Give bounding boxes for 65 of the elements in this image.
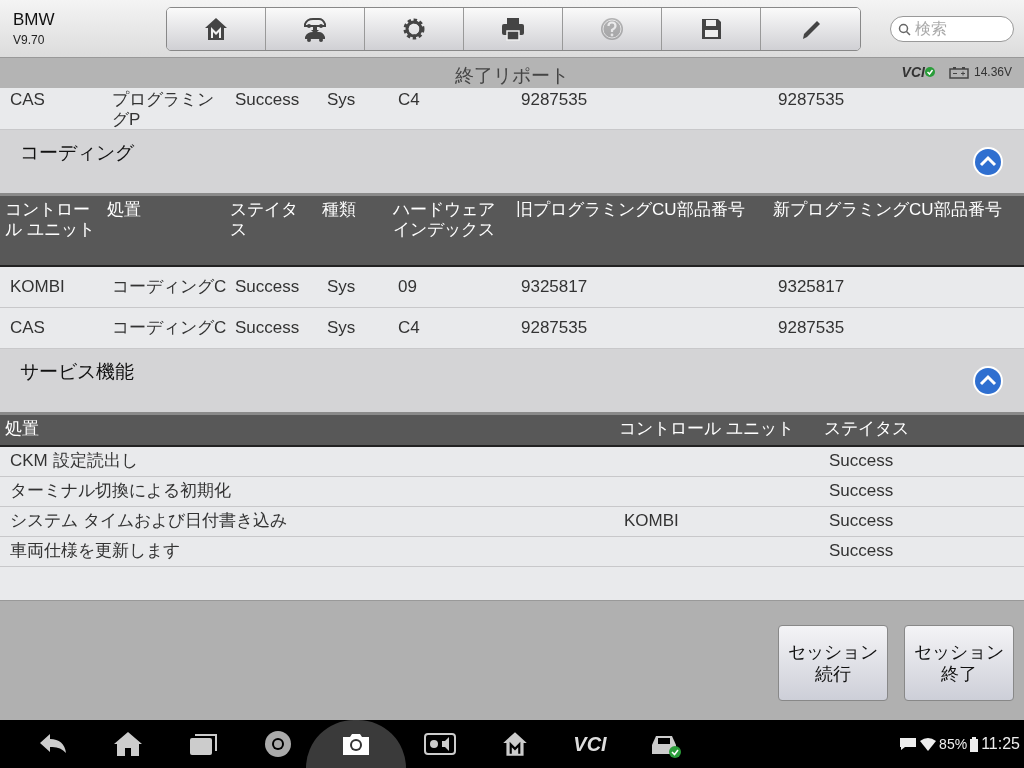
- column-header: 新プログラミングCU部品番号: [772, 200, 1003, 221]
- column-header: コントロール ユニット: [4, 200, 96, 241]
- table-cell-text: 車両仕様を更新します: [9, 541, 181, 561]
- section-title: コーディング: [20, 141, 134, 165]
- table-cell-text: Success: [234, 318, 301, 338]
- chevron-up-icon[interactable]: [972, 146, 1004, 178]
- column-header: 種類: [321, 200, 357, 221]
- table-cell-text: Success: [828, 481, 895, 501]
- column-header: 処置: [106, 200, 142, 221]
- printer-button[interactable]: [464, 7, 563, 50]
- column-header: ステイタス: [229, 200, 299, 241]
- session-button[interactable]: セッション続行: [778, 624, 888, 701]
- table-cell-text: Sys: [326, 90, 357, 111]
- table-cell-text: コーディングC: [111, 318, 228, 338]
- table-cell-text: KOMBI: [623, 511, 680, 531]
- table-cell-text: 09: [397, 277, 418, 297]
- table-cell-text: 9325817: [520, 277, 589, 297]
- page-title: 終了リポート: [455, 64, 569, 88]
- message-icon: [899, 737, 918, 751]
- search-field[interactable]: 検索: [890, 15, 1014, 42]
- settings-button[interactable]: [365, 7, 464, 50]
- table-cell-text: 9325817: [777, 277, 846, 297]
- save-button[interactable]: [662, 7, 761, 50]
- battery-voltage: 14.36V: [973, 65, 1012, 79]
- app-version: V9.70: [13, 33, 46, 47]
- table-cell-text: 9287535: [520, 90, 589, 111]
- session-button[interactable]: セッション終了: [904, 624, 1014, 701]
- column-header: 処置: [4, 419, 40, 439]
- table-cell-text: C4: [397, 318, 421, 338]
- table-cell-text: Sys: [326, 318, 357, 338]
- table-cell-text: CAS: [9, 318, 46, 338]
- car-transfer-button[interactable]: [266, 7, 365, 50]
- battery-level: 85%: [939, 736, 968, 752]
- wifi-icon: [920, 737, 937, 751]
- table-cell-text: 9287535: [520, 318, 589, 338]
- column-header: ステイタス: [823, 419, 910, 439]
- table-cell-text: コーディングC: [111, 277, 228, 297]
- search-icon: [898, 22, 911, 36]
- battery-icon: [948, 65, 969, 79]
- table-cell-text: プログラミングP: [111, 90, 215, 130]
- table-cell-text: Success: [828, 541, 895, 561]
- home-button[interactable]: [167, 7, 266, 50]
- column-header: ハードウェアインデックス: [392, 200, 496, 241]
- table-cell-text: Success: [828, 451, 895, 471]
- table-cell-text: Success: [828, 511, 895, 531]
- chevron-up-icon[interactable]: [972, 365, 1004, 397]
- table-cell-text: CAS: [9, 90, 46, 111]
- table-cell-text: 9287535: [777, 90, 846, 111]
- app-name: BMW: [13, 10, 56, 30]
- table-cell-text: ターミナル切換による初期化: [9, 481, 232, 501]
- table-cell-text: システム タイムおよび日付書き込み: [9, 511, 288, 531]
- table-cell-text: Sys: [326, 277, 357, 297]
- vci-button[interactable]: VCI: [568, 728, 612, 760]
- battery-icon: [970, 736, 979, 752]
- table-cell-text: CKM 設定読出し: [9, 451, 139, 471]
- section-title: サービス機能: [20, 360, 134, 384]
- clock: 11:25: [981, 735, 1020, 753]
- table-cell-text: 9287535: [777, 318, 846, 338]
- table-cell-text: C4: [397, 90, 421, 111]
- column-header: コントロール ユニット: [618, 419, 795, 439]
- vci-status: VCI: [901, 64, 925, 80]
- table-cell-text: Success: [234, 277, 301, 297]
- column-header: 旧プログラミングCU部品番号: [515, 200, 746, 221]
- table-cell-text: Success: [234, 90, 301, 111]
- table-cell-text: KOMBI: [9, 277, 66, 297]
